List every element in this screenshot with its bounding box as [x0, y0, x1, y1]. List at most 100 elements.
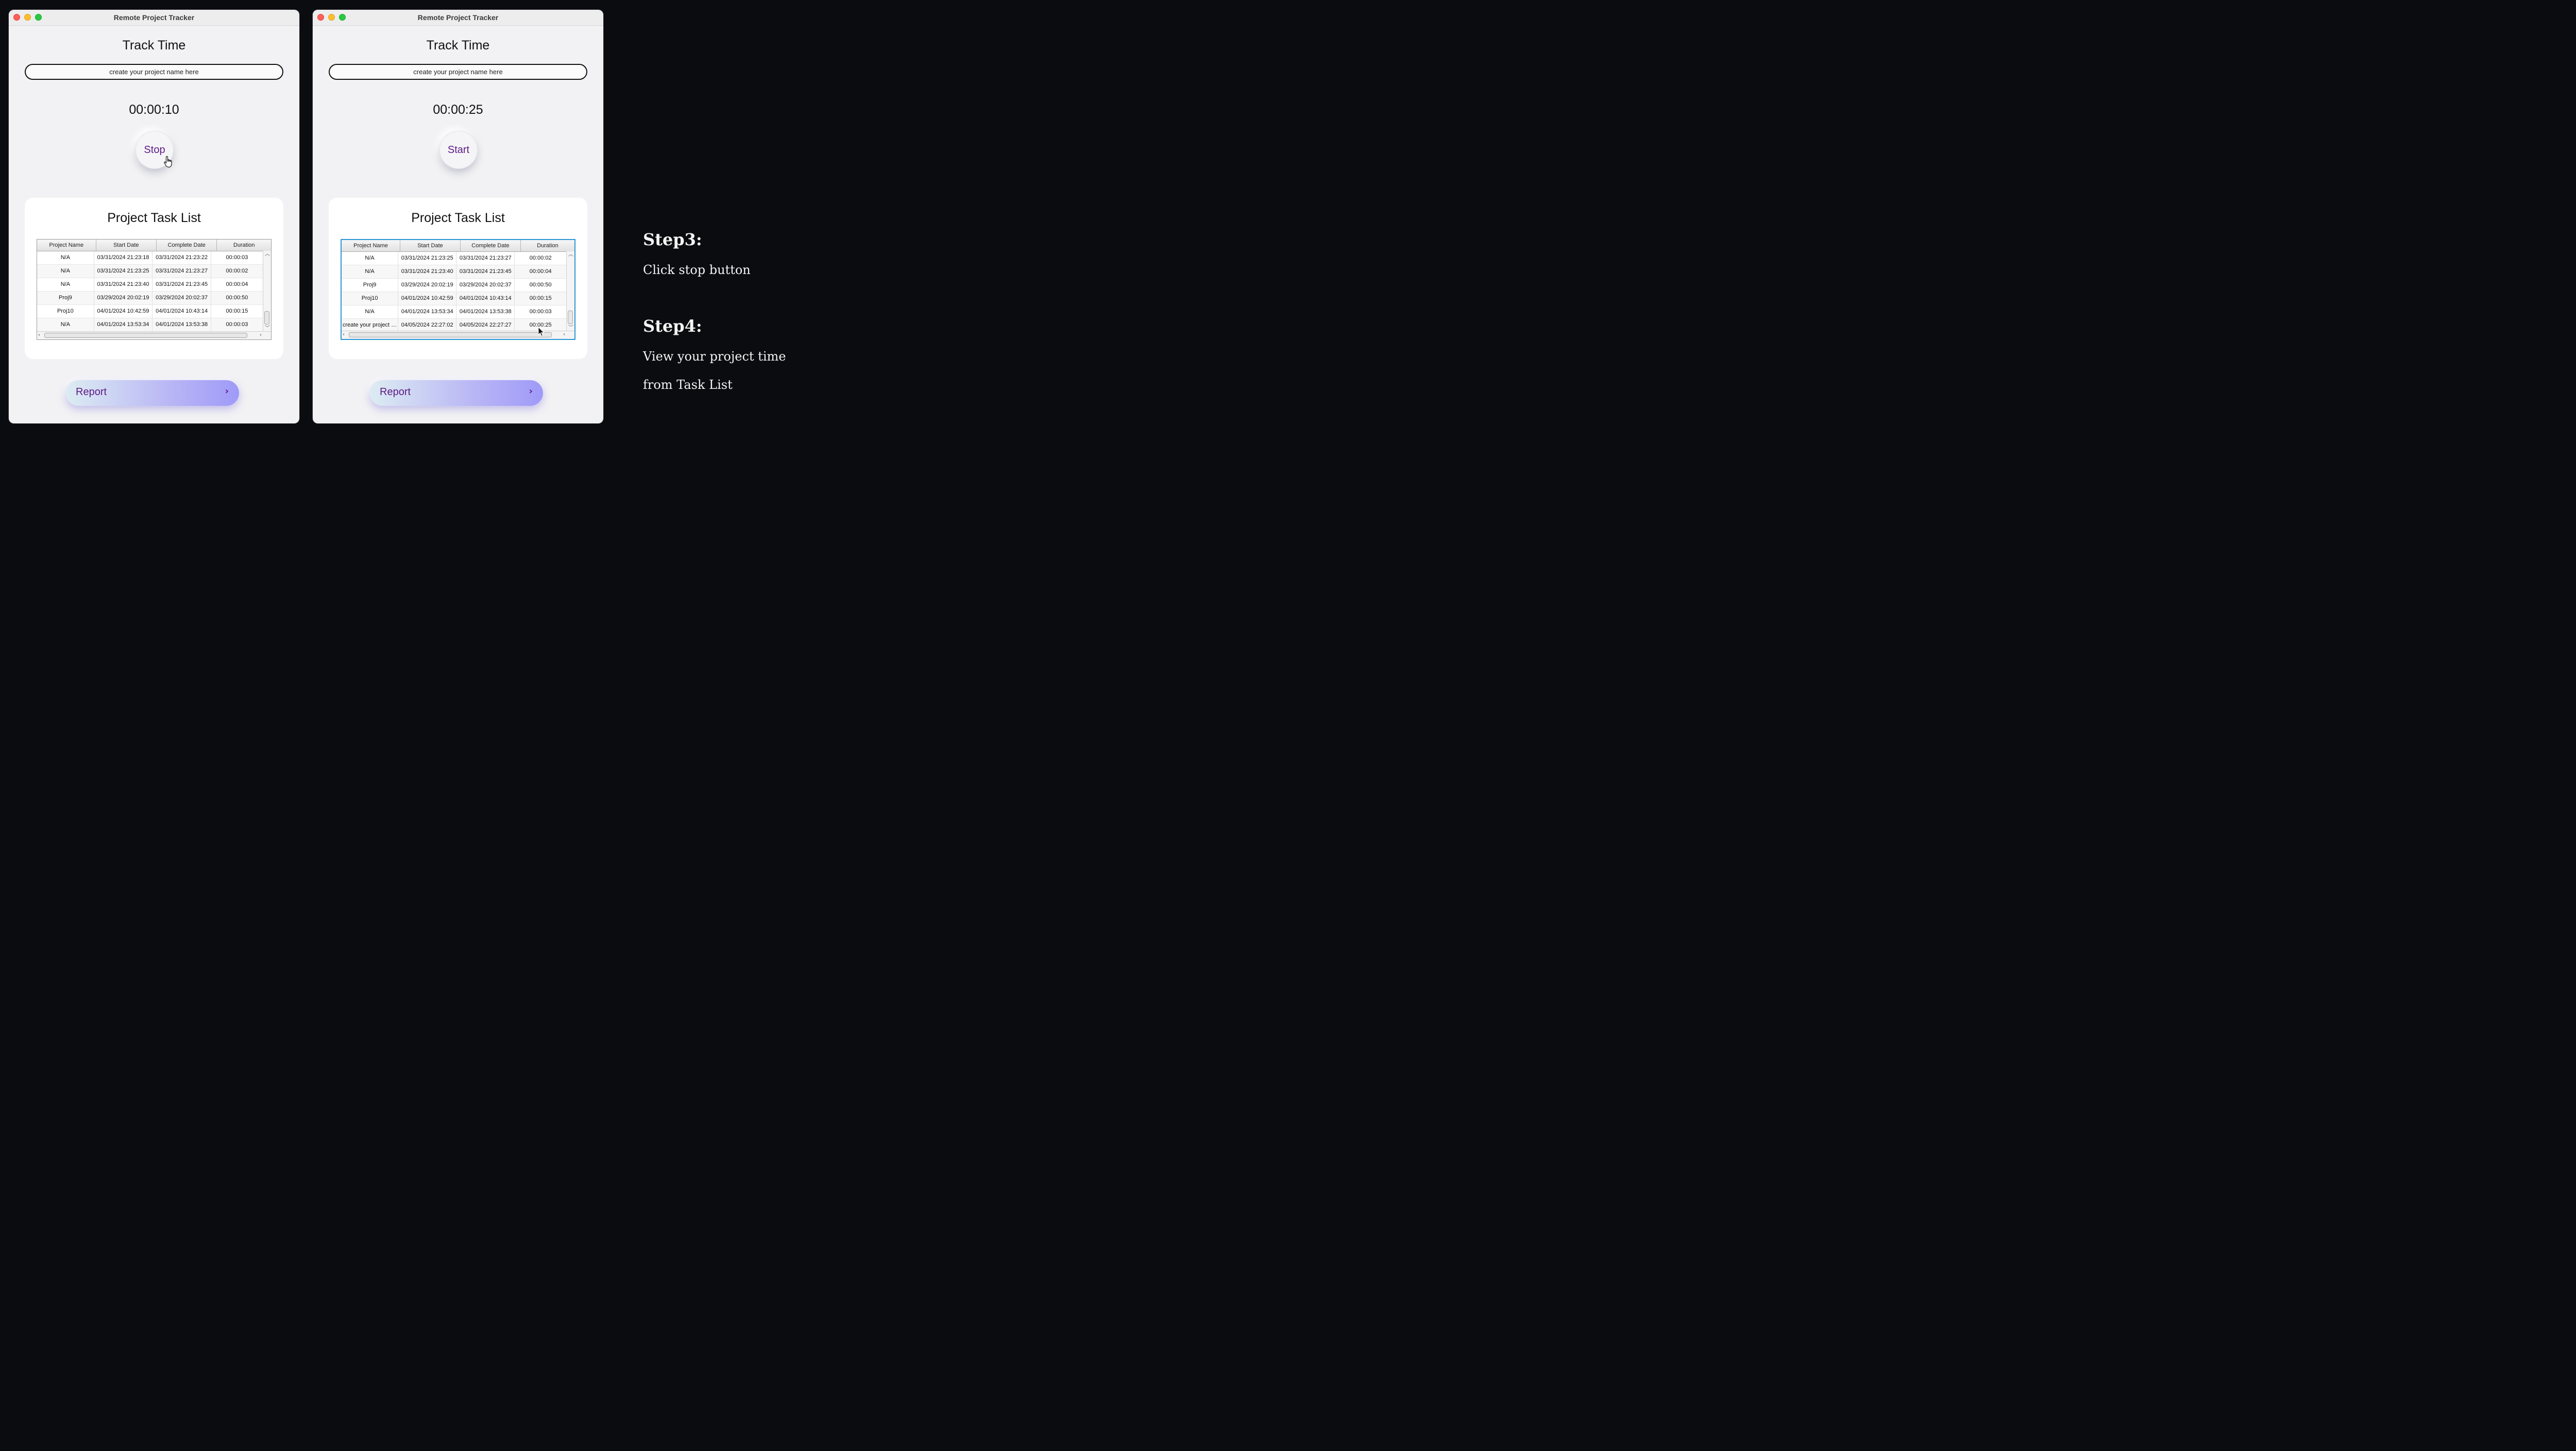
table-row[interactable]: N/A 04/01/2024 13:53:34 04/01/2024 13:53… [37, 318, 263, 332]
report-button[interactable]: Report › [66, 380, 239, 406]
cell-duration: 00:00:50 [211, 292, 263, 304]
project-name-input[interactable] [329, 64, 587, 80]
task-list-card: Project Task List Project Name Start Dat… [329, 198, 587, 359]
scroll-up-icon[interactable]: ︿ [265, 252, 270, 257]
hand-cursor-icon [164, 156, 172, 168]
cell-duration: 00:00:02 [515, 252, 567, 265]
task-table[interactable]: Project Name Start Date Complete Date Du… [341, 239, 575, 340]
cell-project-name: create your project na... [342, 319, 399, 331]
report-button-label: Report [76, 386, 107, 398]
cell-project-name: Proj10 [342, 292, 399, 305]
chevron-right-icon: › [529, 386, 533, 397]
scroll-left-icon[interactable]: ‹ [38, 333, 40, 338]
column-header-duration[interactable]: Duration [217, 240, 271, 251]
cell-duration: 00:00:15 [211, 305, 263, 318]
step4-text-line1: View your project time [643, 349, 786, 364]
table-row[interactable]: N/A 03/31/2024 21:23:40 03/31/2024 21:23… [37, 278, 263, 292]
table-body: N/A 03/31/2024 21:23:25 03/31/2024 21:23… [342, 252, 567, 331]
cell-project-name: Proj9 [342, 279, 399, 292]
cell-start-date: 03/29/2024 20:02:19 [398, 279, 457, 292]
table-header: Project Name Start Date Complete Date Du… [342, 240, 574, 252]
scroll-up-icon[interactable]: ︿ [568, 252, 573, 258]
cell-complete-date: 03/31/2024 21:23:27 [456, 252, 515, 265]
table-row[interactable]: N/A 04/01/2024 13:53:34 04/01/2024 13:53… [342, 305, 567, 319]
arrow-cursor-icon [538, 327, 545, 337]
vertical-scroll-thumb[interactable] [264, 311, 269, 325]
title-bar: Remote Project Tracker [313, 10, 603, 26]
cell-duration: 00:00:02 [211, 265, 263, 278]
table-body: N/A 03/31/2024 21:23:18 03/31/2024 21:23… [37, 251, 263, 332]
project-name-input[interactable] [25, 64, 283, 80]
table-row[interactable]: create your project na... 04/05/2024 22:… [342, 319, 567, 331]
cell-project-name: N/A [37, 265, 94, 278]
scroll-left-icon[interactable]: ‹ [343, 332, 345, 337]
chevron-right-icon: › [225, 386, 229, 397]
report-button-label: Report [380, 386, 411, 398]
cell-complete-date: 04/01/2024 10:43:14 [152, 305, 211, 318]
scroll-right-icon[interactable]: › [563, 332, 565, 337]
timer-display: 00:00:10 [129, 103, 179, 117]
cell-project-name: N/A [342, 265, 399, 278]
scroll-down-icon[interactable]: ﹀ [568, 326, 573, 331]
horizontal-scrollbar[interactable]: ‹ › [37, 331, 271, 339]
cell-duration: 00:00:03 [211, 318, 263, 331]
task-list-card: Project Task List Project Name Start Dat… [25, 198, 283, 359]
column-header-project-name[interactable]: Project Name [37, 240, 96, 251]
column-header-project-name[interactable]: Project Name [342, 240, 400, 251]
table-row[interactable]: N/A 03/31/2024 21:23:25 03/31/2024 21:23… [37, 265, 263, 278]
table-row[interactable]: Proj9 03/29/2024 20:02:19 03/29/2024 20:… [37, 292, 263, 305]
column-header-complete-date[interactable]: Complete Date [157, 240, 217, 251]
track-time-heading: Track Time [122, 38, 186, 53]
cell-start-date: 04/01/2024 10:42:59 [398, 292, 457, 305]
cell-project-name: Proj10 [37, 305, 94, 318]
table-row[interactable]: N/A 03/31/2024 21:23:25 03/31/2024 21:23… [342, 252, 567, 265]
vertical-scroll-thumb[interactable] [568, 311, 573, 324]
window-title: Remote Project Tracker [113, 13, 195, 22]
table-row[interactable]: N/A 03/31/2024 21:23:40 03/31/2024 21:23… [342, 265, 567, 279]
horizontal-scroll-thumb[interactable] [349, 332, 552, 337]
task-list-title: Project Task List [107, 211, 201, 225]
cell-start-date: 04/01/2024 10:42:59 [94, 305, 153, 318]
cell-complete-date: 04/01/2024 13:53:38 [152, 318, 211, 331]
horizontal-scroll-thumb[interactable] [44, 333, 247, 338]
cell-complete-date: 04/01/2024 10:43:14 [456, 292, 515, 305]
cell-complete-date: 03/29/2024 20:02:37 [152, 292, 211, 304]
start-button[interactable]: Start [439, 131, 478, 169]
scroll-right-icon[interactable]: › [260, 333, 262, 338]
task-list-title: Project Task List [411, 211, 505, 225]
cell-project-name: N/A [37, 251, 94, 264]
left-app-window: Remote Project Tracker Track Time 00:00:… [9, 10, 299, 423]
cell-start-date: 03/31/2024 21:23:18 [94, 251, 153, 264]
column-header-start-date[interactable]: Start Date [96, 240, 157, 251]
cell-start-date: 04/01/2024 13:53:34 [398, 305, 457, 318]
scroll-down-icon[interactable]: ﹀ [265, 326, 270, 331]
step4-text-line2: from Task List [643, 378, 733, 392]
cell-project-name: N/A [342, 252, 399, 265]
table-row[interactable]: Proj10 04/01/2024 10:42:59 04/01/2024 10… [342, 292, 567, 305]
window-title: Remote Project Tracker [417, 13, 499, 22]
table-row[interactable]: Proj10 04/01/2024 10:42:59 04/01/2024 10… [37, 305, 263, 318]
cell-project-name: Proj9 [37, 292, 94, 304]
step3-title: Step3: [643, 230, 702, 249]
cell-duration: 00:00:03 [515, 305, 567, 318]
vertical-scrollbar[interactable]: ︿ ﹀ [566, 251, 574, 331]
cell-project-name: N/A [342, 305, 399, 318]
cell-complete-date: 03/31/2024 21:23:22 [152, 251, 211, 264]
column-header-start-date[interactable]: Start Date [400, 240, 461, 251]
task-table[interactable]: Project Name Start Date Complete Date Du… [37, 239, 272, 340]
column-header-complete-date[interactable]: Complete Date [461, 240, 521, 251]
cell-complete-date: 03/31/2024 21:23:45 [456, 265, 515, 278]
cell-duration: 00:00:03 [211, 251, 263, 264]
column-header-duration[interactable]: Duration [521, 240, 574, 251]
cell-complete-date: 03/31/2024 21:23:45 [152, 278, 211, 291]
cell-duration: 00:00:04 [211, 278, 263, 291]
report-button[interactable]: Report › [370, 380, 543, 406]
cell-start-date: 03/31/2024 21:23:40 [94, 278, 153, 291]
table-row[interactable]: Proj9 03/29/2024 20:02:19 03/29/2024 20:… [342, 279, 567, 292]
cell-complete-date: 04/05/2024 22:27:27 [456, 319, 515, 331]
table-row[interactable]: N/A 03/31/2024 21:23:18 03/31/2024 21:23… [37, 251, 263, 265]
vertical-scrollbar[interactable]: ︿ ﹀ [263, 251, 271, 332]
cell-start-date: 03/31/2024 21:23:25 [398, 252, 457, 265]
cell-duration: 00:00:15 [515, 292, 567, 305]
track-time-heading: Track Time [426, 38, 490, 53]
